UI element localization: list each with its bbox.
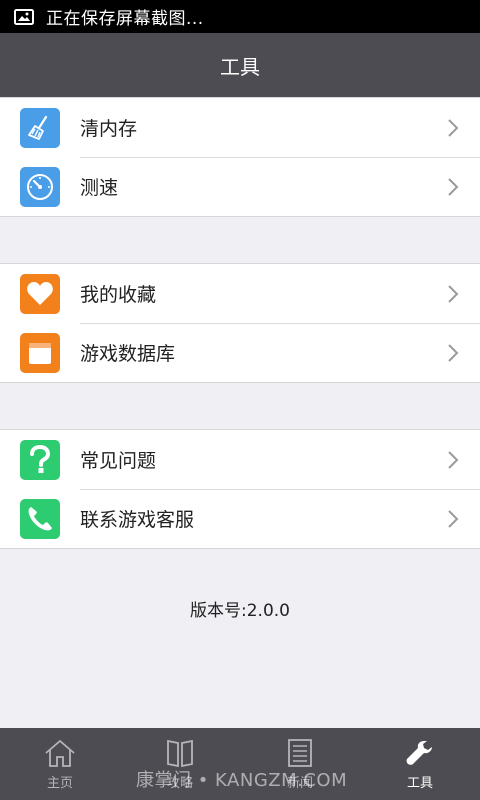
news-icon bbox=[288, 739, 312, 767]
tools-group-1: 清内存 测速 bbox=[0, 97, 480, 217]
menu-item-label: 我的收藏 bbox=[80, 284, 157, 306]
status-text: 正在保存屏幕截图... bbox=[46, 9, 204, 29]
book-icon bbox=[167, 739, 193, 768]
home-icon bbox=[45, 739, 75, 767]
menu-item-label: 清内存 bbox=[80, 118, 138, 140]
speedometer-icon bbox=[20, 166, 60, 207]
question-icon bbox=[20, 439, 60, 480]
chevron-right-icon bbox=[448, 450, 459, 469]
tab-label: 主页 bbox=[46, 776, 73, 791]
menu-item-faq[interactable]: 常见问题 bbox=[0, 430, 480, 489]
status-bar: 正在保存屏幕截图... bbox=[0, 0, 480, 33]
page-title: 工具 bbox=[220, 54, 260, 79]
tab-label: 工具 bbox=[406, 776, 433, 791]
tab-tools[interactable]: 工具 bbox=[360, 728, 480, 800]
menu-item-speed-test[interactable]: 测速 bbox=[0, 157, 480, 216]
wrench-icon bbox=[406, 741, 432, 765]
menu-item-label: 测速 bbox=[80, 177, 119, 199]
menu-item-favorites[interactable]: 我的收藏 bbox=[0, 264, 480, 323]
page-header: 工具 bbox=[0, 33, 480, 97]
tools-group-2: 我的收藏 游戏数据库 bbox=[0, 263, 480, 383]
menu-item-contact-support[interactable]: 联系游戏客服 bbox=[0, 489, 480, 548]
database-icon bbox=[20, 332, 60, 373]
broom-icon bbox=[20, 107, 60, 148]
chevron-right-icon bbox=[448, 118, 459, 137]
chevron-right-icon bbox=[448, 284, 459, 303]
tools-group-3: 常见问题 联系游戏客服 bbox=[0, 429, 480, 549]
watermark-text: 康掌门 • KANGZM.COM bbox=[136, 770, 348, 791]
chevron-right-icon bbox=[448, 343, 459, 362]
image-icon bbox=[14, 8, 34, 25]
heart-icon bbox=[20, 273, 60, 314]
phone-icon bbox=[20, 498, 60, 539]
menu-item-label: 联系游戏客服 bbox=[80, 509, 195, 531]
menu-item-clear-memory[interactable]: 清内存 bbox=[0, 98, 480, 157]
menu-item-game-database[interactable]: 游戏数据库 bbox=[0, 323, 480, 382]
chevron-right-icon bbox=[448, 509, 459, 528]
menu-item-label: 常见问题 bbox=[80, 450, 157, 472]
version-label: 版本号:2.0.0 bbox=[190, 601, 290, 621]
menu-item-label: 游戏数据库 bbox=[80, 343, 176, 365]
tab-home[interactable]: 主页 bbox=[0, 728, 120, 800]
chevron-right-icon bbox=[448, 177, 459, 196]
